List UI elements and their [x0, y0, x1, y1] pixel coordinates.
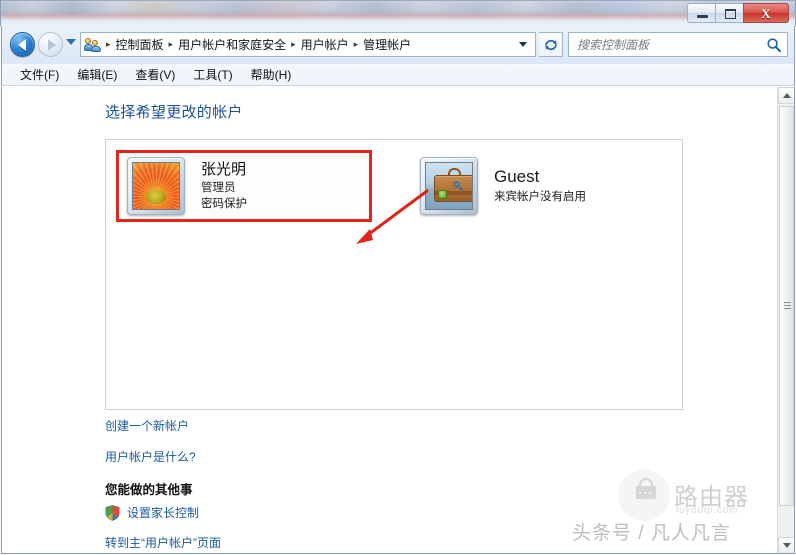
close-button[interactable]: X	[743, 3, 789, 23]
other-tasks-heading: 您能做的其他事	[105, 483, 193, 497]
address-bar: ▸ 控制面板 ▸ 用户帐户和家庭安全 ▸ 用户帐户 ▸ 管理帐户	[1, 26, 795, 64]
close-icon: X	[761, 5, 771, 21]
title-bar: X	[0, 0, 796, 26]
account-item-guest[interactable]: Guest 来宾帐户没有启用	[412, 154, 674, 218]
suitcase-avatar	[420, 157, 478, 215]
account-text-block: Guest 来宾帐户没有启用	[494, 166, 586, 205]
account-name: Guest	[494, 167, 540, 187]
flower-avatar	[127, 157, 185, 215]
refresh-button[interactable]	[539, 32, 563, 57]
links-bottom: 设置家长控制 转到主“用户帐户”页面	[105, 504, 221, 553]
account-name: 张光明	[201, 160, 247, 178]
account-role: 管理员	[201, 182, 236, 195]
key-icon	[453, 181, 464, 192]
breadcrumb-separator-3[interactable]: ▸	[352, 39, 361, 50]
link-setup-parental-controls[interactable]: 设置家长控制	[127, 504, 199, 521]
scroll-down-button[interactable]	[778, 537, 794, 553]
account-status: 密码保护	[201, 197, 247, 210]
breadcrumb: ▸ 控制面板 ▸ 用户帐户和家庭安全 ▸ 用户帐户 ▸ 管理帐户	[84, 36, 519, 53]
links-top: 创建一个新帐户 用户帐户是什么?	[105, 417, 196, 479]
back-button[interactable]	[10, 32, 35, 57]
minimize-button[interactable]	[687, 3, 716, 23]
menu-edit[interactable]: 编辑(E)	[68, 64, 126, 85]
forward-button[interactable]	[38, 32, 63, 57]
recent-pages-dropdown-icon[interactable]	[66, 39, 76, 45]
breadcrumb-item-user-accounts[interactable]: 用户帐户	[298, 36, 352, 53]
accounts-list-panel: 张光明 管理员 密码保护 Guest 来宾帐户没有启用	[105, 139, 683, 410]
aero-glass-tint	[1, 14, 796, 19]
refresh-icon	[544, 39, 557, 50]
maximize-button[interactable]	[715, 3, 744, 23]
search-box[interactable]	[568, 32, 788, 57]
maximize-icon	[725, 9, 736, 19]
menu-file[interactable]: 文件(F)	[11, 64, 68, 85]
link-row-go-to-user-accounts[interactable]: 转到主“用户帐户”页面	[105, 534, 221, 551]
address-breadcrumb-box[interactable]: ▸ 控制面板 ▸ 用户帐户和家庭安全 ▸ 用户帐户 ▸ 管理帐户	[80, 32, 536, 57]
users-icon	[84, 37, 102, 53]
search-input[interactable]	[569, 33, 761, 56]
breadcrumb-item-control-panel[interactable]: 控制面板	[113, 36, 167, 53]
menu-view[interactable]: 查看(V)	[126, 64, 184, 85]
link-create-new-account[interactable]: 创建一个新帐户	[105, 417, 196, 434]
scroll-up-arrow-icon	[782, 93, 791, 98]
scrollbar-grip-icon	[784, 302, 791, 311]
window-controls: X	[687, 3, 789, 24]
breadcrumb-separator-1[interactable]: ▸	[167, 39, 176, 50]
scroll-up-button[interactable]	[778, 87, 794, 104]
breadcrumb-separator-2[interactable]: ▸	[289, 39, 298, 50]
search-icon[interactable]	[761, 37, 787, 53]
scroll-down-arrow-icon	[782, 543, 791, 548]
back-arrow-icon	[18, 39, 26, 51]
menu-tools[interactable]: 工具(T)	[184, 64, 241, 85]
scrollbar-thumb[interactable]	[779, 106, 794, 506]
link-go-to-main-user-accounts-page[interactable]: 转到主“用户帐户”页面	[105, 534, 221, 551]
shield-icon	[105, 504, 120, 521]
menu-help[interactable]: 帮助(H)	[242, 64, 301, 85]
menu-bar: 文件(F) 编辑(E) 查看(V) 工具(T) 帮助(H)	[1, 64, 795, 86]
link-what-is-user-account[interactable]: 用户帐户是什么?	[105, 448, 196, 465]
explorer-window: X ▸ 控制面板 ▸ 用户帐户和家庭安全 ▸ 用户帐户 ▸ 管理帐户 搜索控制面…	[0, 0, 796, 555]
account-item-zhangguangming[interactable]: 张光明 管理员 密码保护	[116, 150, 372, 222]
aero-glass-blur	[1, 1, 796, 15]
account-text-block: 张光明 管理员 密码保护	[201, 160, 247, 212]
link-row-parental-controls[interactable]: 设置家长控制	[105, 504, 221, 521]
account-role: 来宾帐户没有启用	[494, 191, 586, 204]
vertical-scrollbar[interactable]	[777, 87, 794, 553]
breadcrumb-separator-0[interactable]: ▸	[104, 39, 113, 50]
forward-arrow-icon	[48, 39, 56, 51]
chevron-down-icon[interactable]	[519, 42, 527, 47]
main-pane: 选择希望更改的帐户 张光明 管理员 密码保护 Guest 来宾帐户没有启用 创建…	[2, 87, 779, 553]
breadcrumb-item-manage-accounts[interactable]: 管理帐户	[360, 36, 414, 53]
breadcrumb-item-user-accounts-family-safety[interactable]: 用户帐户和家庭安全	[175, 36, 289, 53]
minimize-icon	[697, 15, 708, 18]
page-title: 选择希望更改的帐户	[105, 104, 243, 121]
content-area: 选择希望更改的帐户 张光明 管理员 密码保护 Guest 来宾帐户没有启用 创建…	[1, 87, 795, 554]
